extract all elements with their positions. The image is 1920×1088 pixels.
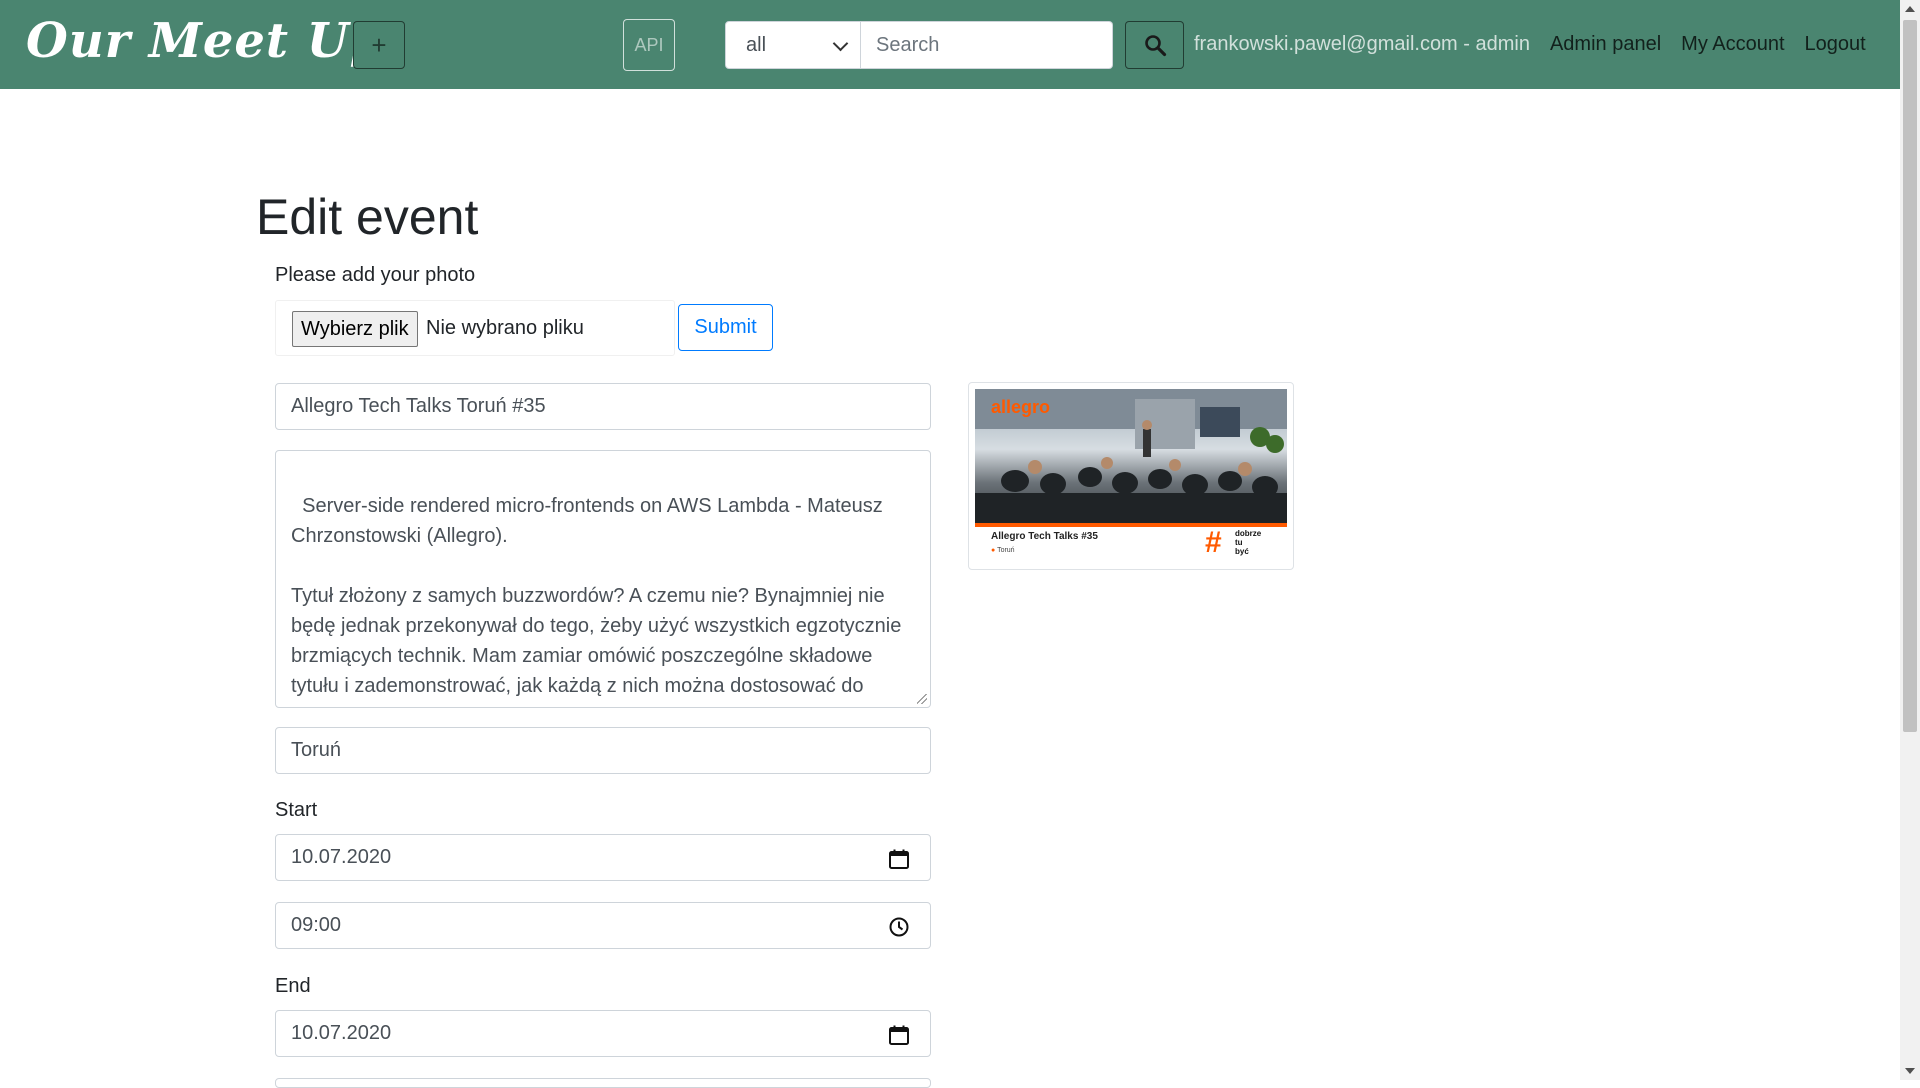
page-scrollbar[interactable]: [1900, 0, 1920, 1080]
search-group: all: [725, 21, 1113, 69]
search-input[interactable]: [861, 21, 1113, 69]
resize-handle-icon[interactable]: [917, 694, 927, 704]
api-button[interactable]: API: [623, 19, 675, 71]
thumbnail-caption: Allegro Tech Talks #35: [991, 531, 1098, 542]
search-scope-value: all: [746, 33, 767, 56]
event-description-value: Server-side rendered micro-frontends on …: [291, 495, 902, 707]
end-date-input[interactable]: 10.07.2020: [275, 1010, 931, 1057]
photo-upload-label: Please add your photo: [275, 264, 476, 286]
scroll-down-arrow-icon[interactable]: [1905, 1068, 1915, 1074]
thumbnail-accent-bar: [975, 523, 1287, 527]
logout-link[interactable]: Logout: [1805, 33, 1866, 56]
add-event-button[interactable]: +: [353, 21, 405, 69]
hashtag-logo: #: [1205, 526, 1222, 559]
map-pin-icon: ●: [991, 547, 996, 554]
start-date-input[interactable]: 10.07.2020: [275, 834, 931, 881]
event-location-input[interactable]: Toruń: [275, 727, 931, 774]
event-photo-thumbnail: allegro Allegro Tech Talks #35 ● Toruń #…: [968, 382, 1294, 570]
current-user-label[interactable]: frankowski.pawel@gmail.com - admin: [1194, 33, 1530, 56]
start-time-value: 09:00: [291, 914, 342, 936]
event-photo: allegro: [975, 389, 1287, 523]
brand-logo[interactable]: Our Meet Up: [26, 8, 384, 74]
thumbnail-location-text: Toruń: [997, 547, 1015, 554]
submit-photo-button[interactable]: Submit: [678, 304, 773, 351]
start-label: Start: [275, 799, 318, 821]
file-status-text: Nie wybrano pliku: [426, 317, 584, 339]
event-name-input[interactable]: Allegro Tech Talks Toruń #35: [275, 383, 931, 430]
search-icon: [1144, 35, 1166, 57]
search-button[interactable]: [1125, 21, 1184, 69]
start-time-input[interactable]: 09:00: [275, 902, 931, 949]
event-description-textarea[interactable]: Server-side rendered micro-frontends on …: [275, 450, 931, 708]
scroll-up-arrow-icon[interactable]: [1905, 6, 1915, 12]
thumbnail-location: ● Toruń: [991, 547, 1015, 554]
chevron-down-icon: [832, 35, 849, 52]
scroll-thumb[interactable]: [1903, 20, 1917, 732]
start-date-value: 10.07.2020: [291, 846, 392, 868]
admin-panel-link[interactable]: Admin panel: [1550, 33, 1661, 56]
allegro-logo: allegro: [991, 397, 1051, 417]
plus-icon: +: [371, 29, 387, 60]
choose-file-button[interactable]: Wybierz plik: [292, 311, 418, 347]
nav-links: frankowski.pawel@gmail.com - admin Admin…: [1194, 0, 1886, 89]
my-account-link[interactable]: My Account: [1681, 33, 1784, 56]
photo-upload-field: Wybierz plik Nie wybrano pliku: [275, 300, 675, 356]
search-scope-select[interactable]: all: [725, 21, 861, 69]
event-location-value: Toruń: [291, 739, 342, 761]
calendar-icon[interactable]: [888, 1024, 910, 1046]
end-label: End: [275, 975, 311, 997]
calendar-icon[interactable]: [888, 848, 910, 870]
navbar: Our Meet Up + API all frankowski.pawel@g…: [0, 0, 1900, 89]
thumbnail-slogan: dobrze tu być: [1235, 529, 1262, 556]
end-date-value: 10.07.2020: [291, 1022, 392, 1044]
page-title: Edit event: [256, 189, 479, 245]
event-name-value: Allegro Tech Talks Toruń #35: [291, 395, 546, 417]
clock-icon[interactable]: [888, 916, 910, 938]
